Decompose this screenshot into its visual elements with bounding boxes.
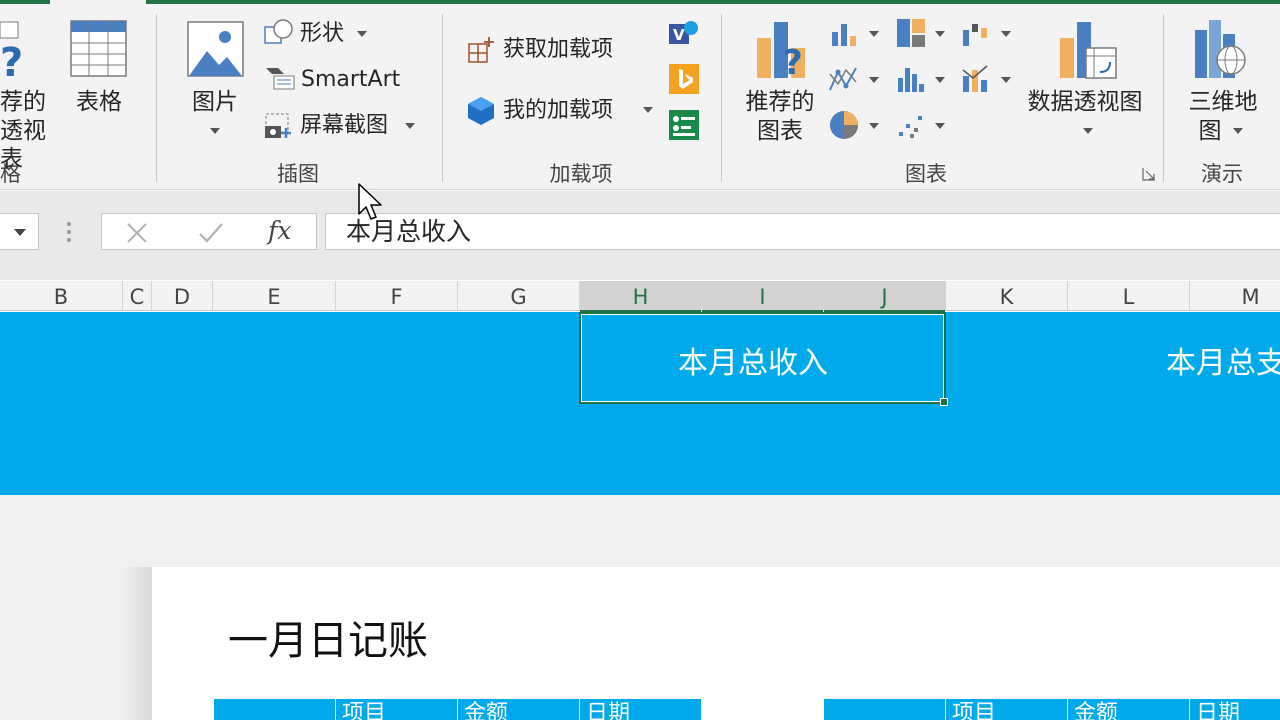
- column-header-j[interactable]: J: [824, 281, 946, 312]
- smartart-label: SmartArt: [301, 67, 401, 92]
- formula-buttons: fx: [101, 213, 317, 250]
- smartart-icon: [266, 68, 295, 90]
- svg-text:?: ?: [783, 43, 803, 80]
- ribbon: ? 荐的 透视表 格 表格 图片 形状 SmartArt 屏幕截图 插图 获取加…: [0, 0, 1280, 190]
- column-header-c[interactable]: C: [123, 281, 152, 311]
- people-graph-icon[interactable]: [669, 110, 699, 140]
- tables-group-label: 格: [0, 162, 21, 186]
- ribbon-accent-line: [146, 0, 1280, 4]
- selected-cell-inner: [581, 314, 944, 402]
- column-header-l[interactable]: L: [1068, 281, 1190, 311]
- pie-chart-icon[interactable]: [829, 110, 859, 140]
- statistic-chart-icon[interactable]: [896, 64, 926, 94]
- addin-cube-icon: [468, 97, 494, 125]
- combo-chart-icon[interactable]: [961, 64, 991, 94]
- chevron-down-icon[interactable]: [1001, 77, 1011, 83]
- pivot-table-icon: ?: [0, 21, 22, 82]
- table-label: 表格: [76, 89, 122, 115]
- svg-text:?: ?: [0, 40, 22, 82]
- monthly-expense-cell[interactable]: 本月总支: [1166, 338, 1280, 382]
- hierarchy-chart-icon[interactable]: [896, 18, 926, 48]
- 3d-map-label-2: 图: [1198, 118, 1222, 144]
- chevron-down-icon[interactable]: [935, 31, 945, 37]
- chevron-down-icon[interactable]: [935, 77, 945, 83]
- chevron-down-icon: [210, 128, 220, 134]
- pivot-chart-label: 数据透视图: [1027, 89, 1143, 115]
- enter-check-icon[interactable]: [198, 222, 224, 244]
- svg-text:V: V: [673, 26, 685, 44]
- shapes-icon: [264, 19, 293, 44]
- cancel-icon[interactable]: [126, 223, 148, 243]
- chevron-down-icon: [1233, 128, 1243, 134]
- 3d-map-label-1: 三维地: [1188, 89, 1258, 115]
- column-header-g[interactable]: G: [458, 281, 580, 311]
- card-shadow: [124, 567, 152, 720]
- shapes-label: 形状: [300, 21, 345, 46]
- chevron-down-icon[interactable]: [1001, 31, 1011, 37]
- chevron-down-icon: [357, 31, 367, 37]
- chevron-down-icon[interactable]: [869, 31, 879, 37]
- chevron-down-icon: [405, 123, 415, 129]
- chevron-down-icon: [643, 107, 653, 113]
- table-header-amount[interactable]: 金额: [457, 699, 579, 720]
- table-header-date[interactable]: 日期: [579, 699, 701, 720]
- grip-icon[interactable]: [66, 221, 72, 243]
- formula-bar: fx 本月总收入: [0, 191, 1280, 280]
- insert-function-button[interactable]: fx: [268, 216, 291, 245]
- 3d-map-icon: [1195, 20, 1246, 78]
- screenshot-label: 屏幕截图: [300, 113, 389, 138]
- table-header-date[interactable]: 日期: [1189, 699, 1280, 720]
- bing-maps-icon[interactable]: [669, 64, 699, 94]
- mouse-pointer-icon: [358, 183, 382, 220]
- line-chart-icon[interactable]: [828, 64, 860, 94]
- column-header-e[interactable]: E: [213, 281, 336, 311]
- pivot-chart-icon: [1060, 22, 1117, 79]
- pictures-label: 图片: [192, 89, 238, 115]
- my-addins-label: 我的加载项: [503, 98, 614, 123]
- column-header-b[interactable]: B: [0, 281, 123, 311]
- column-header-h[interactable]: H: [580, 281, 702, 312]
- column-header-f[interactable]: F: [336, 281, 458, 311]
- tours-group-label: 演示: [1201, 162, 1243, 186]
- column-header-k[interactable]: K: [946, 281, 1068, 311]
- table-header-amount[interactable]: 金额: [1067, 699, 1189, 720]
- group-separator: [442, 14, 443, 182]
- picture-icon: [187, 21, 244, 77]
- group-separator: [156, 14, 157, 182]
- store-icon: [468, 37, 494, 63]
- column-header-m[interactable]: M: [1190, 281, 1280, 311]
- chevron-down-icon[interactable]: [14, 229, 26, 236]
- ribbon-accent-line: [0, 0, 50, 4]
- column-headers: B C D E F G H I J K L M: [0, 281, 1280, 312]
- group-separator: [1163, 14, 1164, 182]
- ledger-title[interactable]: 一月日记账: [228, 608, 428, 666]
- fill-handle[interactable]: [940, 398, 948, 406]
- dialog-launcher-icon[interactable]: [1141, 166, 1157, 182]
- column-header-i[interactable]: I: [702, 281, 824, 312]
- recommended-charts-label-2: 图表: [757, 118, 803, 144]
- visio-icon[interactable]: V: [669, 18, 699, 48]
- get-addins-label: 获取加载项: [503, 37, 614, 62]
- chevron-down-icon[interactable]: [935, 123, 945, 129]
- recommended-charts-label-1: 推荐的: [745, 89, 815, 115]
- table-header-item[interactable]: 项目: [945, 699, 1067, 720]
- pivot-table-label-1: 荐的: [0, 89, 46, 115]
- chevron-down-icon[interactable]: [869, 123, 879, 129]
- illustrations-group-label: 插图: [277, 162, 319, 186]
- group-separator: [721, 14, 722, 182]
- chevron-down-icon[interactable]: [869, 77, 879, 83]
- waterfall-chart-icon[interactable]: [961, 20, 991, 48]
- screenshot-icon: [265, 113, 291, 138]
- column-header-d[interactable]: D: [152, 281, 213, 311]
- table-header-item[interactable]: 项目: [335, 699, 457, 720]
- table-icon: [70, 20, 127, 77]
- addins-group-label: 加载项: [549, 162, 613, 186]
- scatter-chart-icon[interactable]: [896, 112, 926, 140]
- formula-input[interactable]: 本月总收入: [325, 213, 1280, 250]
- chevron-down-icon: [1083, 128, 1093, 134]
- name-box[interactable]: [0, 213, 39, 250]
- recommended-charts-icon: ?: [757, 22, 805, 80]
- charts-group-label: 图表: [905, 162, 947, 186]
- column-chart-icon[interactable]: [830, 20, 858, 48]
